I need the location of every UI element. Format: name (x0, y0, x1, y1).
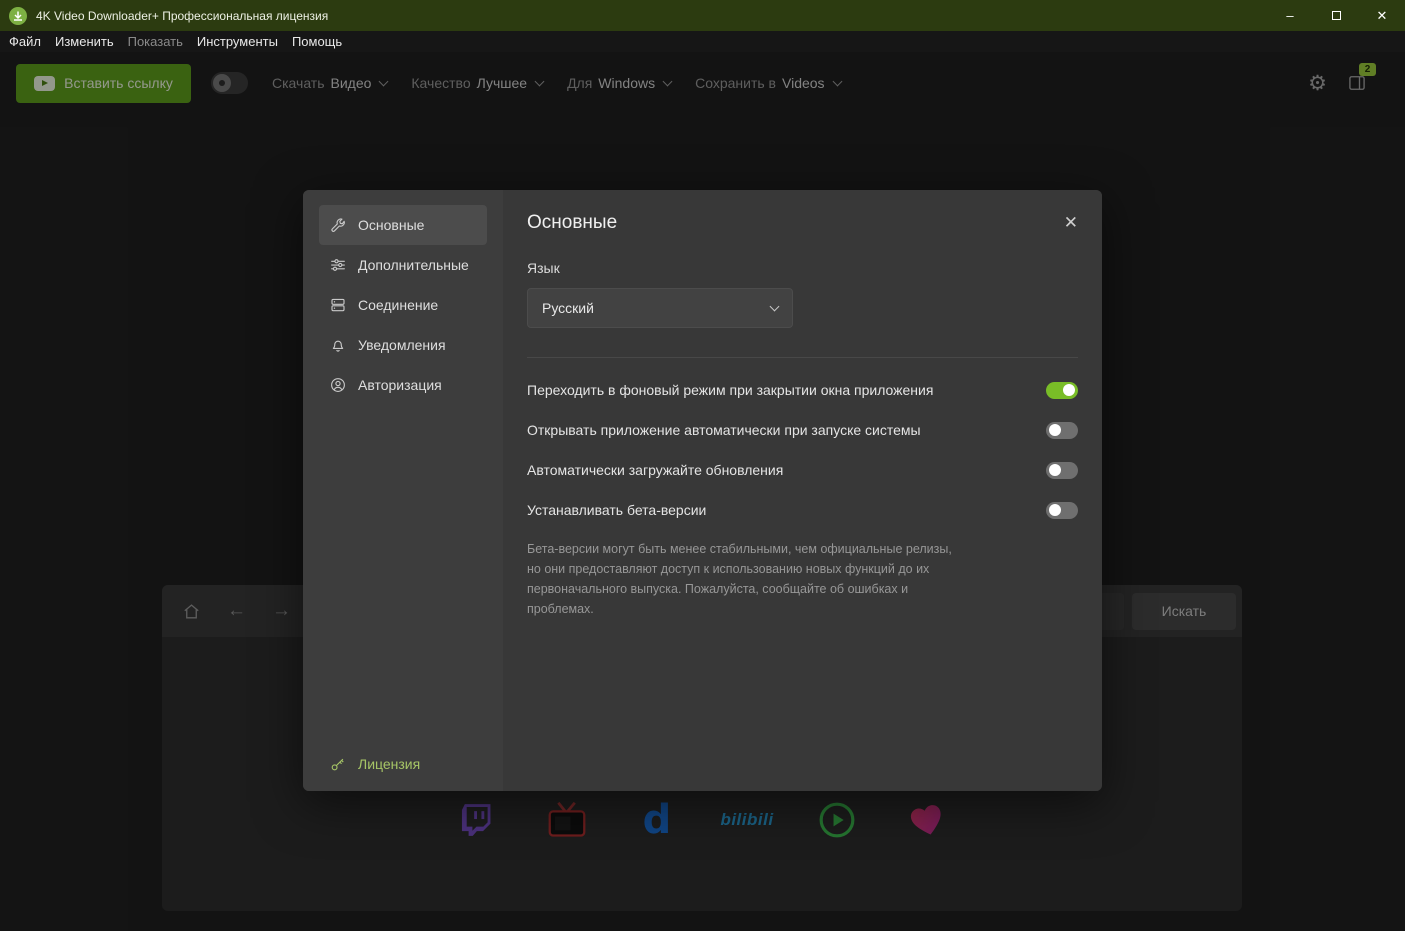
license-button[interactable]: Лицензия (329, 755, 420, 773)
menu-edit[interactable]: Изменить (48, 31, 121, 52)
setting-label: Автоматически загружайте обновления (527, 462, 784, 478)
setting-label: Открывать приложение автоматически при з… (527, 422, 921, 438)
menubar: Файл Изменить Показать Инструменты Помощ… (0, 31, 1405, 52)
language-value: Русский (542, 300, 594, 316)
user-circle-icon (331, 378, 345, 392)
auto-updates-toggle[interactable] (1046, 461, 1078, 479)
maximize-button[interactable] (1313, 0, 1359, 31)
setting-row-autostart: Открывать приложение автоматически при з… (527, 410, 1078, 450)
beta-versions-toggle[interactable] (1046, 501, 1078, 519)
setting-row-background-mode: Переходить в фоновый режим при закрытии … (527, 370, 1078, 410)
dialog-close-icon[interactable]: ✕ (1064, 213, 1078, 233)
server-stack-icon (331, 298, 345, 312)
menu-help[interactable]: Помощь (285, 31, 349, 52)
titlebar: 4K Video Downloader+ Профессиональная ли… (0, 0, 1405, 31)
app-window: 4K Video Downloader+ Профессиональная ли… (0, 0, 1405, 931)
window-title: 4K Video Downloader+ Профессиональная ли… (36, 8, 329, 23)
background-mode-toggle[interactable] (1046, 381, 1078, 399)
maximize-icon (1331, 11, 1341, 20)
language-select[interactable]: Русский (527, 288, 793, 328)
setting-label: Переходить в фоновый режим при закрытии … (527, 382, 934, 398)
setting-row-auto-updates: Автоматически загружайте обновления (527, 450, 1078, 490)
close-button[interactable]: ✕ (1359, 0, 1405, 31)
setting-label: Устанавливать бета-версии (527, 502, 707, 518)
settings-nav-label: Авторизация (358, 377, 442, 393)
settings-nav-notifications[interactable]: Уведомления (319, 325, 487, 365)
toggle-knob (1049, 464, 1061, 476)
toggle-knob (1049, 504, 1061, 516)
language-label: Язык (527, 260, 560, 276)
settings-nav-connection[interactable]: Соединение (319, 285, 487, 325)
menu-tools[interactable]: Инструменты (190, 31, 285, 52)
wrench-icon (331, 218, 345, 232)
sliders-icon (331, 259, 345, 271)
settings-nav-authorization[interactable]: Авторизация (319, 365, 487, 405)
menu-view[interactable]: Показать (121, 31, 190, 52)
settings-nav-advanced[interactable]: Дополнительные (319, 245, 487, 285)
settings-nav-label: Уведомления (358, 337, 446, 353)
settings-nav-label: Основные (358, 217, 425, 233)
settings-nav-label: Соединение (358, 297, 439, 313)
license-label: Лицензия (358, 756, 421, 772)
minimize-button[interactable]: – (1267, 0, 1313, 31)
toggle-knob (1049, 424, 1061, 436)
settings-title: Основные (527, 212, 618, 233)
settings-nav: Основные Дополнительные Соединение Уведо… (303, 190, 503, 791)
settings-nav-general[interactable]: Основные (319, 205, 487, 245)
bell-icon (332, 340, 344, 352)
app-logo-icon (9, 6, 27, 25)
beta-note: Бета-версии могут быть менее стабильными… (527, 542, 952, 616)
setting-row-beta-versions: Устанавливать бета-версии (527, 490, 1078, 530)
autostart-toggle[interactable] (1046, 421, 1078, 439)
settings-toggle-rows: Переходить в фоновый режим при закрытии … (527, 370, 1078, 530)
chevron-down-icon (769, 301, 780, 312)
menu-file[interactable]: Файл (2, 31, 48, 52)
settings-dialog: Основные Дополнительные Соединение Уведо… (303, 190, 1102, 791)
settings-header: Основные ✕ (527, 190, 1078, 234)
key-icon (331, 758, 344, 771)
divider (527, 357, 1078, 358)
settings-content: Основные ✕ Язык Русский Переходить в фон… (503, 190, 1102, 791)
toggle-knob (1063, 384, 1075, 396)
window-controls: – ✕ (1267, 0, 1405, 31)
settings-nav-label: Дополнительные (358, 257, 469, 273)
